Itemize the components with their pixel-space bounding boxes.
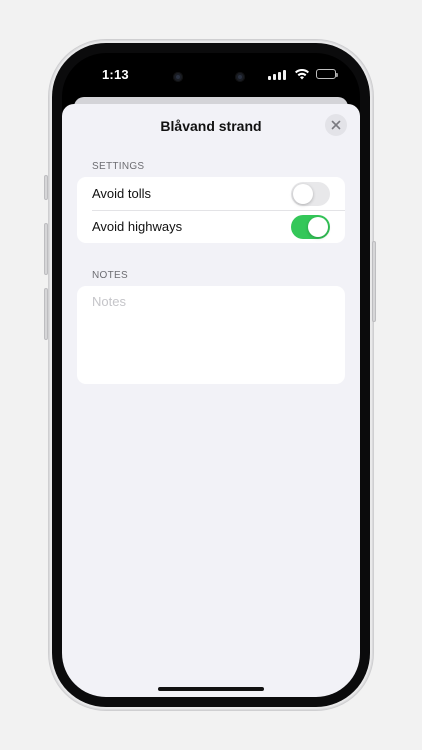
toggle-knob xyxy=(293,183,313,204)
avoid-highways-label: Avoid highways xyxy=(92,219,183,234)
volume-up-button xyxy=(44,223,48,275)
wifi-icon xyxy=(295,68,309,80)
power-button xyxy=(372,241,376,322)
signal-icon xyxy=(268,68,288,80)
status-icons xyxy=(268,68,338,80)
modal-sheet: Blåvand strand SETTINGS Avoid tolls Avoi… xyxy=(62,104,360,697)
close-button[interactable] xyxy=(325,114,347,136)
settings-row-avoid-highways: Avoid highways xyxy=(77,210,345,243)
volume-down-button xyxy=(44,288,48,340)
sheet-title: Blåvand strand xyxy=(160,118,262,134)
battery-icon xyxy=(316,69,338,79)
avoid-tolls-toggle[interactable] xyxy=(291,181,330,206)
home-indicator[interactable] xyxy=(158,687,264,691)
notes-section-header: NOTES xyxy=(92,270,128,281)
action-button xyxy=(44,175,48,200)
toggle-knob xyxy=(308,216,328,237)
settings-group: Avoid tolls Avoid highways xyxy=(77,177,345,243)
close-icon xyxy=(331,120,341,130)
status-bar: 1:13 xyxy=(62,53,360,97)
avoid-tolls-label: Avoid tolls xyxy=(92,186,152,201)
avoid-highways-toggle[interactable] xyxy=(291,214,330,239)
settings-row-avoid-tolls: Avoid tolls xyxy=(77,177,345,210)
screen: 1:13 Blåvand strand SETTINGS Avoid tolls… xyxy=(62,53,360,697)
status-time: 1:13 xyxy=(102,67,129,82)
camera-icon xyxy=(235,72,245,82)
settings-section-header: SETTINGS xyxy=(92,161,145,172)
dynamic-island xyxy=(165,64,257,90)
page: 1:13 Blåvand strand SETTINGS Avoid tolls… xyxy=(0,0,422,750)
notes-field[interactable] xyxy=(77,286,345,384)
sensor-icon xyxy=(173,72,183,82)
